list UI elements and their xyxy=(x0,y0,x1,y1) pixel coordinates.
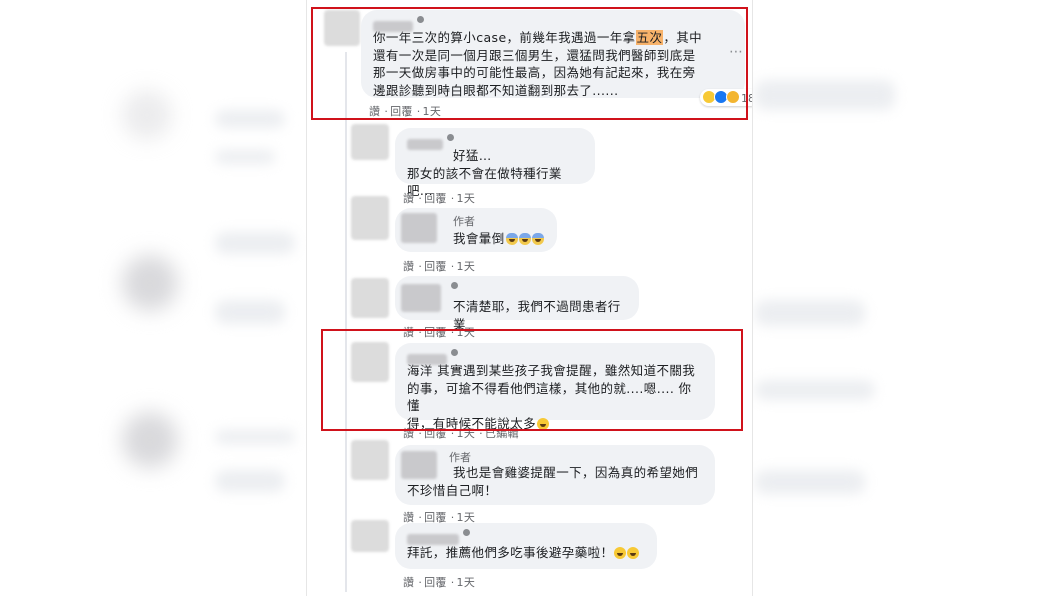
author-name[interactable] xyxy=(401,282,627,312)
like-link[interactable]: 讚 xyxy=(403,260,414,273)
author-name[interactable] xyxy=(407,529,645,545)
avatar[interactable] xyxy=(351,124,389,160)
comment-text: 拜託，推薦他們多吃事後避孕藥啦！ xyxy=(407,544,645,562)
avatar[interactable] xyxy=(351,196,389,240)
timestamp[interactable]: 1天 xyxy=(457,192,476,205)
comment-bubble: 好猛… 那女的該不會在做特種行業吧... xyxy=(395,128,595,198)
comment-actions: 讚 · 回覆 · 1天 xyxy=(403,192,476,205)
author-status-icon xyxy=(463,529,470,536)
timestamp[interactable]: 1天 xyxy=(457,576,476,589)
reply-link[interactable]: 回覆 xyxy=(424,260,447,273)
scared-face-icon xyxy=(505,233,518,245)
author-name[interactable]: 作者 xyxy=(401,451,703,479)
author-status-icon xyxy=(451,282,458,289)
author-badge: 作者 xyxy=(453,215,475,228)
grin-face-icon xyxy=(627,547,640,559)
reply-thread-line xyxy=(345,52,347,592)
blurred-comment-bar xyxy=(755,470,865,494)
like-link[interactable]: 讚 xyxy=(403,576,414,589)
blurred-comment-bar xyxy=(215,430,295,444)
comment-bubble: 不清楚耶，我們不過問患者行業 xyxy=(395,276,639,332)
avatar[interactable] xyxy=(351,440,389,480)
blurred-avatar xyxy=(122,412,178,468)
scared-face-icon xyxy=(518,233,531,245)
comment-line: 不清楚耶，我們不過問患者行業 xyxy=(453,299,621,332)
blurred-author-name[interactable] xyxy=(401,213,437,243)
comment-line: 我也是會雞婆提醒一下，因為真的希望她們 xyxy=(453,465,699,480)
comment-bubble: 作者 我也是會雞婆提醒一下，因為真的希望她們 不珍惜自己啊！ xyxy=(395,445,715,505)
author-name[interactable] xyxy=(407,134,583,150)
blurred-avatar xyxy=(122,90,172,140)
blurred-author-name[interactable] xyxy=(401,284,441,312)
author-status-icon xyxy=(447,134,454,141)
scared-face-icon xyxy=(531,233,544,245)
author-name[interactable]: 作者 xyxy=(401,213,545,243)
blurred-author-name[interactable] xyxy=(401,451,437,479)
avatar[interactable] xyxy=(351,278,389,318)
blurred-avatar xyxy=(122,255,178,311)
comment-line: 不珍惜自己啊！ xyxy=(407,482,498,498)
highlight-box-top-comment xyxy=(311,7,748,120)
blurred-comment-bar xyxy=(215,110,285,128)
comment-text: 我也是會雞婆提醒一下，因為真的希望她們 不珍惜自己啊！ xyxy=(407,464,703,499)
highlight-box-reply xyxy=(321,329,743,431)
comment-bubble: 拜託，推薦他們多吃事後避孕藥啦！ xyxy=(395,523,657,569)
reply-link[interactable]: 回覆 xyxy=(424,576,447,589)
blurred-comment-bar xyxy=(215,300,285,324)
grin-face-icon xyxy=(614,547,627,559)
timestamp[interactable]: 1天 xyxy=(457,260,476,273)
blurred-comment-bar xyxy=(755,380,875,400)
like-link[interactable]: 讚 xyxy=(403,192,414,205)
reply-link[interactable]: 回覆 xyxy=(424,192,447,205)
comment-line: 拜託，推薦他們多吃事後避孕藥啦！ xyxy=(407,545,614,560)
avatar[interactable] xyxy=(351,520,389,552)
blurred-comment-bar xyxy=(215,150,275,164)
blurred-comment-bar xyxy=(215,470,285,492)
comment-line: 我會暈倒 xyxy=(453,231,505,246)
blurred-author-name[interactable] xyxy=(407,534,459,545)
comment-actions: 讚 · 回覆 · 1天 xyxy=(403,260,476,273)
blurred-author-name[interactable] xyxy=(407,139,443,150)
comment-bubble: 作者 我會暈倒 xyxy=(395,208,557,252)
comment-actions: 讚 · 回覆 · 1天 xyxy=(403,576,476,589)
blurred-comment-bar xyxy=(755,300,865,326)
author-badge: 作者 xyxy=(449,451,471,464)
blurred-comment-bar xyxy=(215,232,295,254)
blurred-comment-bar xyxy=(755,80,895,110)
